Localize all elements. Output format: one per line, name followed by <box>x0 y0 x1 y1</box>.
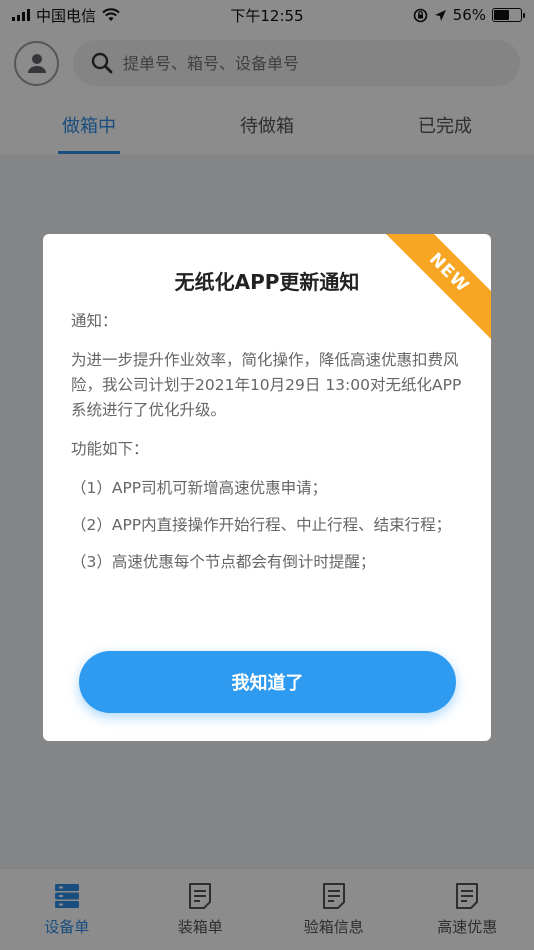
feature-item: （3）高速优惠每个节点都会有倒计时提醒； <box>71 553 376 571</box>
dialog-body: 通知： 为进一步提升作业效率，简化操作，降低高速优惠扣费风险，我公司计划于202… <box>71 309 467 587</box>
notice-label: 通知： <box>71 312 118 330</box>
feature-item: （1）APP司机可新增高速优惠申请； <box>71 479 328 497</box>
confirm-button[interactable]: 我知道了 <box>79 651 456 713</box>
features-label: 功能如下： <box>71 440 149 458</box>
notice-text: 为进一步提升作业效率，简化操作，降低高速优惠扣费风险，我公司计划于2021年10… <box>71 351 462 419</box>
update-notice-dialog: NEW 无纸化APP更新通知 通知： 为进一步提升作业效率，简化操作，降低高速优… <box>43 234 491 741</box>
dialog-title: 无纸化APP更新通知 <box>174 270 360 294</box>
feature-item: （2）APP内直接操作开始行程、中止行程、结束行程； <box>71 516 452 534</box>
